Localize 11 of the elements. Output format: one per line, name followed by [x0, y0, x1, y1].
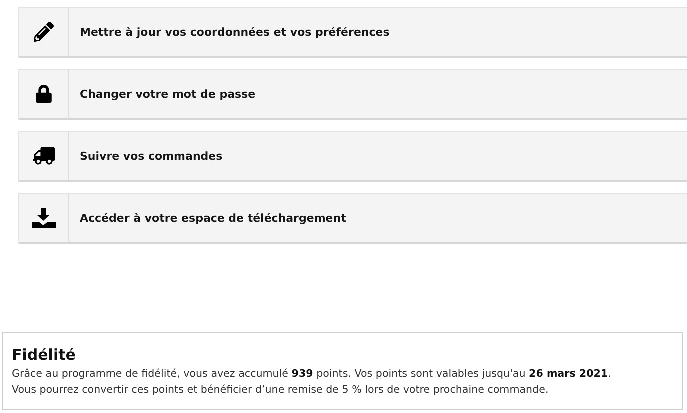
loyalty-text: Vous pourrez convertir ces points et bénéficier d’une remise de 5 % lors de votre prochaine commande.: [12, 384, 550, 396]
loyalty-title: Fidélité: [12, 346, 77, 364]
lock-icon: [34, 85, 52, 103]
account-link[interactable]: Accéder à votre espace de téléchargement: [18, 193, 687, 244]
download-icon: [32, 208, 56, 228]
account-link[interactable]: Suivre vos commandes: [18, 131, 687, 182]
account-link[interactable]: Changer votre mot de passe: [18, 69, 687, 120]
pencil-icon: [34, 22, 54, 42]
loyalty-text: Grâce au programme de fidélité, vous avez accumulé 939 points. Vos points sont valables jusqu'au 26 mars 2021.: [12, 368, 612, 380]
truck-icon: [32, 145, 54, 167]
account-link[interactable]: Mettre à jour vos coordonnées et vos préférences: [18, 7, 687, 58]
